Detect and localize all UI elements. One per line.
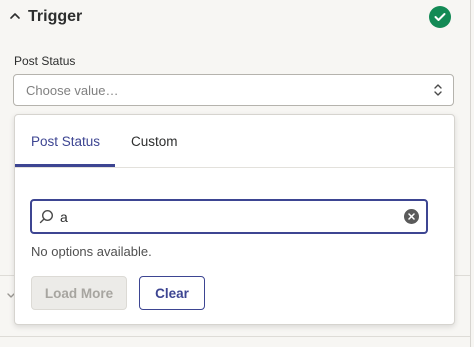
value-dropdown-panel: Post Status Custom No options available.… (14, 114, 455, 325)
trigger-title: Trigger (28, 8, 83, 25)
post-status-select[interactable]: Choose value… (13, 74, 454, 106)
check-circle-icon (429, 6, 451, 28)
search-field[interactable] (30, 199, 428, 234)
dropdown-tabs: Post Status Custom (15, 115, 454, 168)
section-divider (0, 336, 470, 337)
no-options-message: No options available. (31, 244, 152, 259)
step-editor-panel: Trigger Post Status Choose value… Post S… (0, 0, 474, 347)
clear-search-icon[interactable] (404, 209, 419, 224)
tab-post-status[interactable]: Post Status (31, 134, 100, 149)
panel-edge-divider (470, 0, 471, 347)
load-more-button[interactable]: Load More (31, 276, 127, 310)
chevron-up-icon[interactable] (8, 9, 22, 23)
clear-button[interactable]: Clear (139, 276, 205, 310)
trigger-section-header[interactable]: Trigger (0, 0, 470, 36)
select-placeholder: Choose value… (26, 83, 119, 98)
tab-custom[interactable]: Custom (131, 134, 178, 149)
post-status-field-label: Post Status (14, 54, 76, 68)
active-tab-indicator (15, 164, 115, 167)
search-icon (39, 209, 54, 224)
chevron-updown-icon (434, 84, 442, 96)
search-input[interactable] (60, 205, 400, 228)
